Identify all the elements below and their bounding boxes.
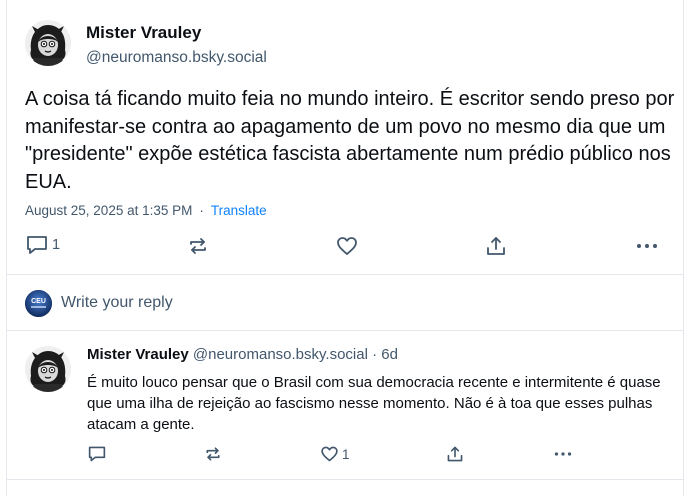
reply-like-count: 1 xyxy=(342,446,350,462)
reply-text: É muito louco pensar que o Brasil com su… xyxy=(87,374,661,433)
reply-bubble-icon xyxy=(87,445,107,463)
reply-post[interactable]: Mister Vrauley @neuromanso.bsky.social ·… xyxy=(7,332,683,480)
reply-repost-button[interactable] xyxy=(204,445,222,463)
reply-button[interactable]: 1 xyxy=(25,234,60,256)
current-user-avatar: CEU xyxy=(25,290,52,317)
reply-composer[interactable]: CEU Write your reply xyxy=(7,276,683,331)
reply-bubble-icon xyxy=(25,234,49,256)
reply-more-options-button[interactable] xyxy=(553,445,573,463)
translate-link[interactable]: Translate xyxy=(211,203,267,218)
repost-arrows-icon xyxy=(204,445,222,463)
share-arrow-icon xyxy=(485,235,507,257)
reply-time[interactable]: 6d xyxy=(381,346,398,363)
avatar-text: CEU xyxy=(31,298,46,305)
reply-count: 1 xyxy=(52,237,61,253)
meta-separator: · xyxy=(199,203,204,218)
reply-header: Mister Vrauley @neuromanso.bsky.social ·… xyxy=(87,346,398,363)
reply-reply-button[interactable] xyxy=(87,445,107,463)
ellipsis-icon xyxy=(635,235,659,257)
share-arrow-icon xyxy=(446,445,464,463)
repost-arrows-icon xyxy=(187,235,209,257)
reply-author-avatar[interactable] xyxy=(25,346,71,392)
ellipsis-icon xyxy=(553,445,573,463)
heart-icon xyxy=(320,445,339,463)
author-name[interactable]: Mister Vrauley xyxy=(86,23,201,43)
reply-author-name[interactable]: Mister Vrauley xyxy=(87,346,189,363)
thread-container: Mister Vrauley @neuromanso.bsky.social A… xyxy=(6,0,684,496)
more-options-button[interactable] xyxy=(635,235,659,257)
reply-author-handle[interactable]: @neuromanso.bsky.social xyxy=(193,346,368,363)
reply-placeholder[interactable]: Write your reply xyxy=(61,294,173,312)
repost-button[interactable] xyxy=(187,235,209,257)
post-text: A coisa tá ficando muito feia no mundo i… xyxy=(25,88,675,193)
author-avatar[interactable] xyxy=(25,20,71,66)
post-meta: August 25, 2025 at 1:35 PM · Translate xyxy=(25,203,267,218)
reply-like-button[interactable]: 1 xyxy=(320,445,350,463)
main-post: Mister Vrauley @neuromanso.bsky.social A… xyxy=(7,0,683,275)
heart-icon xyxy=(336,235,358,257)
reply-separator: · xyxy=(372,346,378,363)
reply-share-button[interactable] xyxy=(446,445,464,463)
author-handle[interactable]: @neuromanso.bsky.social xyxy=(86,49,267,67)
like-button[interactable] xyxy=(336,235,358,257)
post-timestamp[interactable]: August 25, 2025 at 1:35 PM xyxy=(25,203,192,218)
share-button[interactable] xyxy=(485,235,507,257)
